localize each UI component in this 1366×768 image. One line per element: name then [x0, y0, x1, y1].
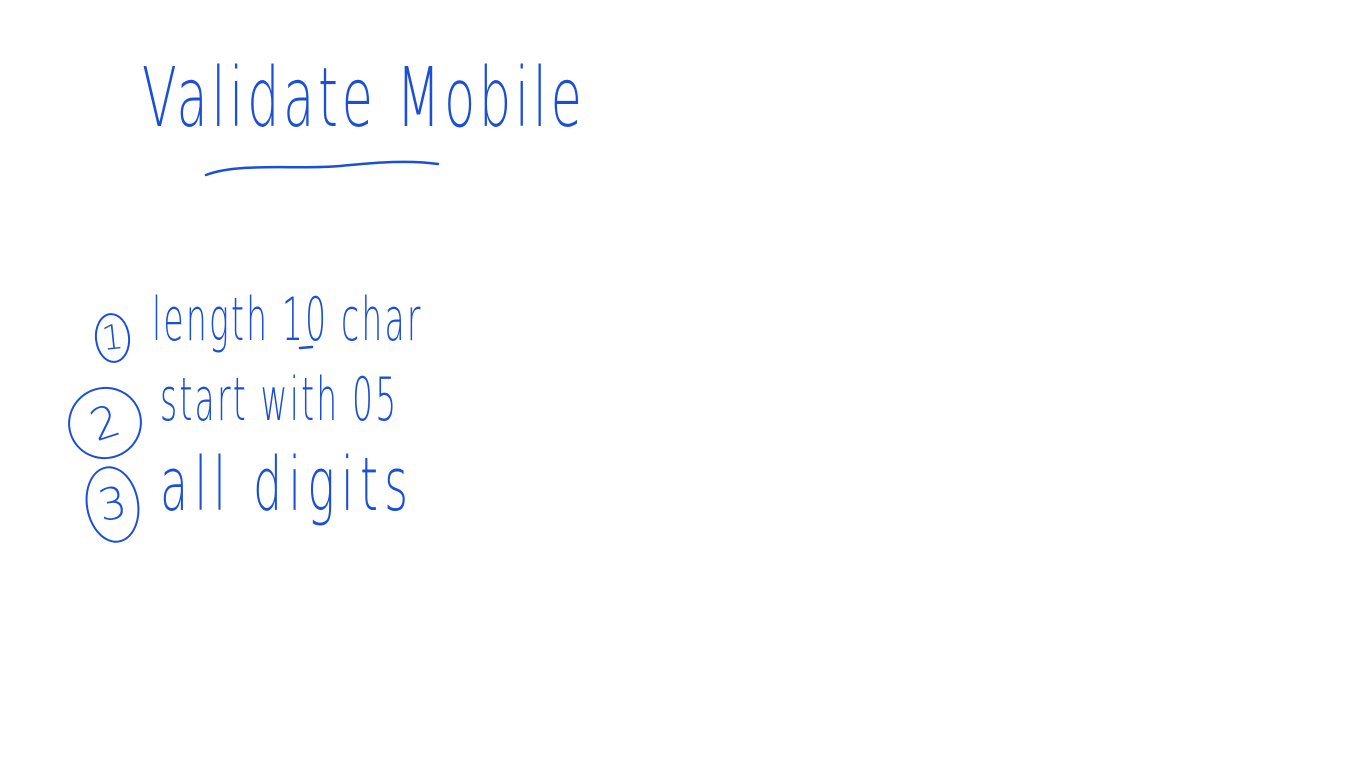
list-number-2: 2 — [58, 377, 152, 469]
list-number-2-label: 2 — [83, 394, 127, 452]
note-title: Validate Mobile — [142, 51, 586, 146]
list-item-1: length 10 char — [152, 285, 423, 355]
list-number-3-label: 3 — [94, 476, 131, 533]
whiteboard-canvas: Validate Mobile 1 length 10 char 2 start… — [0, 0, 1366, 768]
list-number-1: 1 — [92, 311, 133, 365]
list-item-2: start with 05 — [160, 365, 399, 435]
list-number-1-label: 1 — [99, 316, 126, 360]
list-item-3: all digits — [160, 442, 415, 528]
list-number-3: 3 — [79, 461, 146, 548]
title-underline — [204, 160, 440, 177]
